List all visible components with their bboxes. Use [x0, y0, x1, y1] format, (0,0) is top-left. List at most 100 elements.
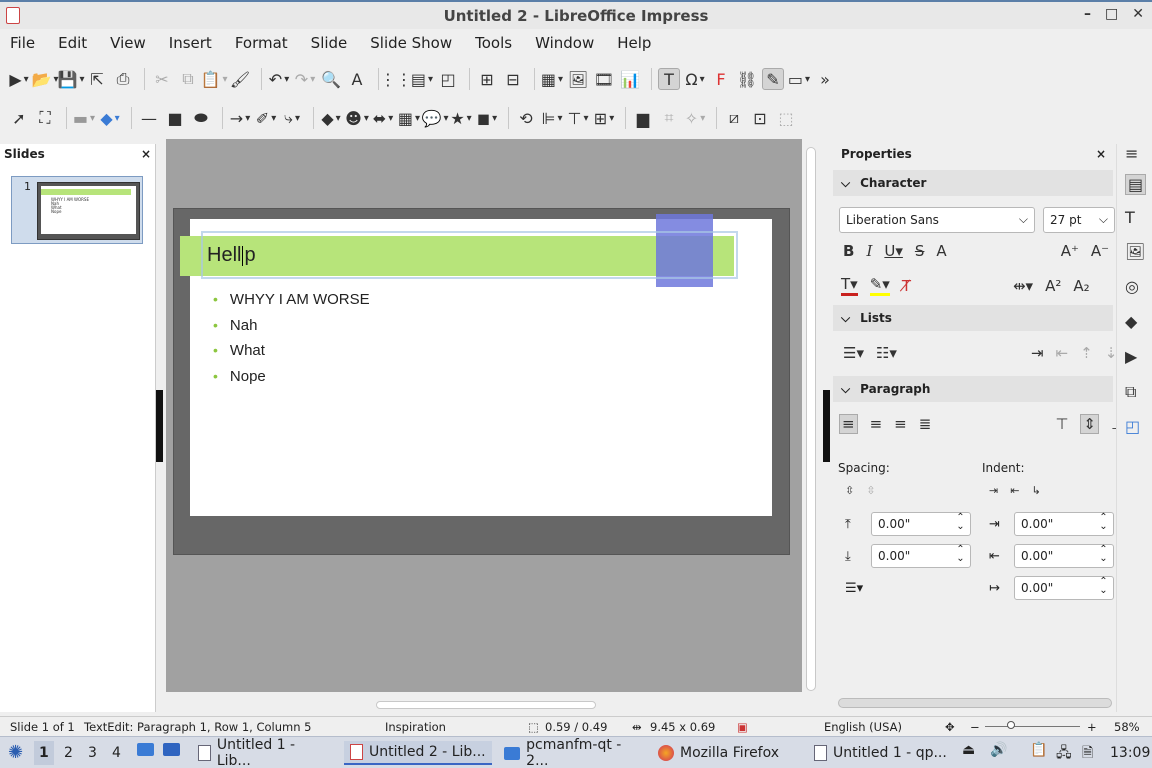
- menu-slide[interactable]: Slide: [311, 34, 348, 52]
- font-size-combo[interactable]: 27 pt: [1043, 207, 1115, 233]
- underline-icon[interactable]: U▾: [884, 242, 903, 260]
- volume-icon[interactable]: 🔊: [990, 742, 1007, 758]
- image-icon[interactable]: 🖼: [567, 68, 589, 90]
- menu-edit[interactable]: Edit: [58, 34, 87, 52]
- unordered-list-icon[interactable]: ☰▾: [843, 344, 864, 362]
- flowchart-icon[interactable]: ▦: [398, 107, 420, 129]
- display-views-icon[interactable]: ▤: [411, 68, 433, 90]
- increase-indent-icon[interactable]: ⇥: [989, 484, 998, 497]
- status-zoom[interactable]: 58%: [1114, 720, 1140, 734]
- paragraph-section-header[interactable]: Paragraph: [833, 376, 1113, 402]
- zoom-slider-handle[interactable]: [1007, 721, 1015, 729]
- align-icon[interactable]: ⊫: [541, 107, 563, 129]
- workspace-2[interactable]: 2: [64, 745, 73, 761]
- ordered-list-icon[interactable]: ☷▾: [876, 344, 897, 362]
- rotate-icon[interactable]: ⟲: [515, 107, 537, 129]
- font-color-icon[interactable]: T▾: [841, 275, 858, 296]
- zoom-out-button[interactable]: −: [970, 720, 980, 734]
- slide-transition-deck-icon[interactable]: ▶: [1125, 347, 1137, 366]
- align-left-icon[interactable]: ≡: [839, 414, 858, 434]
- status-language[interactable]: English (USA): [824, 720, 902, 734]
- font-name-combo[interactable]: Liberation Sans: [839, 207, 1035, 233]
- workspace-1[interactable]: 1: [34, 741, 54, 765]
- bullet-item[interactable]: Nope: [213, 368, 266, 385]
- bullet-item[interactable]: Nah: [213, 317, 258, 334]
- redo-icon[interactable]: ↷: [294, 68, 316, 90]
- justify-icon[interactable]: ≣: [919, 415, 932, 433]
- align-middle-icon[interactable]: ⇕: [1080, 414, 1099, 434]
- promote-list-icon[interactable]: ⇤: [1056, 344, 1069, 362]
- properties-deck-icon[interactable]: ▤: [1125, 174, 1147, 195]
- table-icon[interactable]: ▦: [541, 68, 563, 90]
- show-gluepoints-icon[interactable]: ⊡: [749, 107, 771, 129]
- comment-icon[interactable]: ▭: [788, 68, 810, 90]
- fill-color-icon[interactable]: ◆: [99, 107, 121, 129]
- arrange-icon[interactable]: ⊤: [567, 107, 589, 129]
- shapes-deck-icon[interactable]: ◆: [1125, 312, 1137, 331]
- strikethrough-icon[interactable]: S: [915, 242, 925, 260]
- menu-tools[interactable]: Tools: [475, 34, 512, 52]
- taskbar-item-untitled-2[interactable]: Untitled 2 - Lib...: [344, 741, 492, 765]
- 3d-effects-icon[interactable]: ⬚: [775, 107, 797, 129]
- character-spacing-icon[interactable]: ⇹▾: [1013, 277, 1033, 295]
- toggle-extrusion-icon[interactable]: ⧄: [723, 107, 745, 129]
- decrease-font-icon[interactable]: A⁻: [1091, 242, 1109, 260]
- align-right-icon[interactable]: ≡: [894, 415, 907, 433]
- curve-icon[interactable]: ✐: [255, 107, 277, 129]
- shadow-icon[interactable]: ▆: [632, 107, 654, 129]
- spelling-icon[interactable]: A: [346, 68, 368, 90]
- menu-file[interactable]: File: [10, 34, 35, 52]
- file-manager-launcher-icon[interactable]: [137, 743, 154, 760]
- gallery-deck-icon[interactable]: 🖼: [1125, 242, 1145, 261]
- hanging-indent-icon[interactable]: ↳: [1031, 484, 1040, 497]
- text-box-icon[interactable]: T: [658, 68, 680, 90]
- export-icon[interactable]: ⇱: [86, 68, 108, 90]
- network-icon[interactable]: 🖧: [1056, 742, 1072, 766]
- callout-icon[interactable]: 💬: [422, 107, 446, 129]
- copy-icon[interactable]: ⧉: [177, 68, 199, 90]
- arrow-icon[interactable]: →: [229, 107, 251, 129]
- line-spacing-icon[interactable]: ☰▾: [845, 581, 863, 596]
- zoom-slider-track[interactable]: [985, 726, 1080, 727]
- clone-formatting-icon[interactable]: 🖌: [229, 68, 251, 90]
- save-icon[interactable]: 💾: [58, 68, 82, 90]
- select-icon[interactable]: ➚: [8, 107, 30, 129]
- increase-spacing-icon[interactable]: ⇳: [845, 484, 854, 497]
- crop-icon[interactable]: ⌗: [658, 107, 680, 129]
- spacing-below-field[interactable]: 0.00": [871, 544, 971, 568]
- start-menu-icon[interactable]: ✺: [8, 742, 23, 763]
- taskbar-item-qpdf[interactable]: Untitled 1 - qp...: [808, 741, 954, 765]
- bold-icon[interactable]: B: [843, 242, 854, 260]
- master-slide-icon[interactable]: ◰: [437, 68, 459, 90]
- properties-close-icon[interactable]: ×: [1096, 147, 1106, 161]
- notification-icon[interactable]: 🗎: [1082, 742, 1093, 766]
- open-icon[interactable]: 📂: [32, 68, 56, 90]
- zoom-in-button[interactable]: +: [1087, 720, 1097, 734]
- tray-icon-1[interactable]: ⏏: [962, 742, 975, 758]
- superscript-icon[interactable]: A²: [1045, 277, 1061, 295]
- clear-formatting-icon[interactable]: T̸: [902, 277, 911, 295]
- subscript-icon[interactable]: A₂: [1073, 277, 1089, 295]
- animation-deck-icon[interactable]: ⧉: [1125, 382, 1136, 402]
- menu-format[interactable]: Format: [235, 34, 288, 52]
- workspace-4[interactable]: 4: [112, 745, 121, 761]
- menu-slide-show[interactable]: Slide Show: [370, 34, 452, 52]
- 3d-objects-icon[interactable]: ◼: [476, 107, 498, 129]
- slides-panel-close-icon[interactable]: ×: [141, 147, 151, 161]
- chart-icon[interactable]: 📊: [619, 68, 641, 90]
- paste-icon[interactable]: 📋: [201, 68, 225, 90]
- duplicate-slide-icon[interactable]: ⊟: [502, 68, 524, 90]
- lists-section-header[interactable]: Lists: [833, 305, 1113, 331]
- basic-shapes-icon[interactable]: ◆: [320, 107, 342, 129]
- fontwork-icon[interactable]: F: [710, 68, 732, 90]
- minimize-button[interactable]: –: [1084, 6, 1091, 22]
- stars-icon[interactable]: ★: [450, 107, 472, 129]
- status-master-name[interactable]: Inspiration: [385, 720, 446, 734]
- indent-before-field[interactable]: 0.00": [1014, 512, 1114, 536]
- hyperlink-icon[interactable]: ⛓: [736, 68, 758, 90]
- highlight-color-icon[interactable]: ✎▾: [869, 275, 890, 296]
- ellipse-icon[interactable]: ⬬: [190, 107, 212, 129]
- menu-window[interactable]: Window: [535, 34, 594, 52]
- navigator-deck-icon[interactable]: ◎: [1125, 277, 1139, 296]
- indent-after-field[interactable]: 0.00": [1014, 544, 1114, 568]
